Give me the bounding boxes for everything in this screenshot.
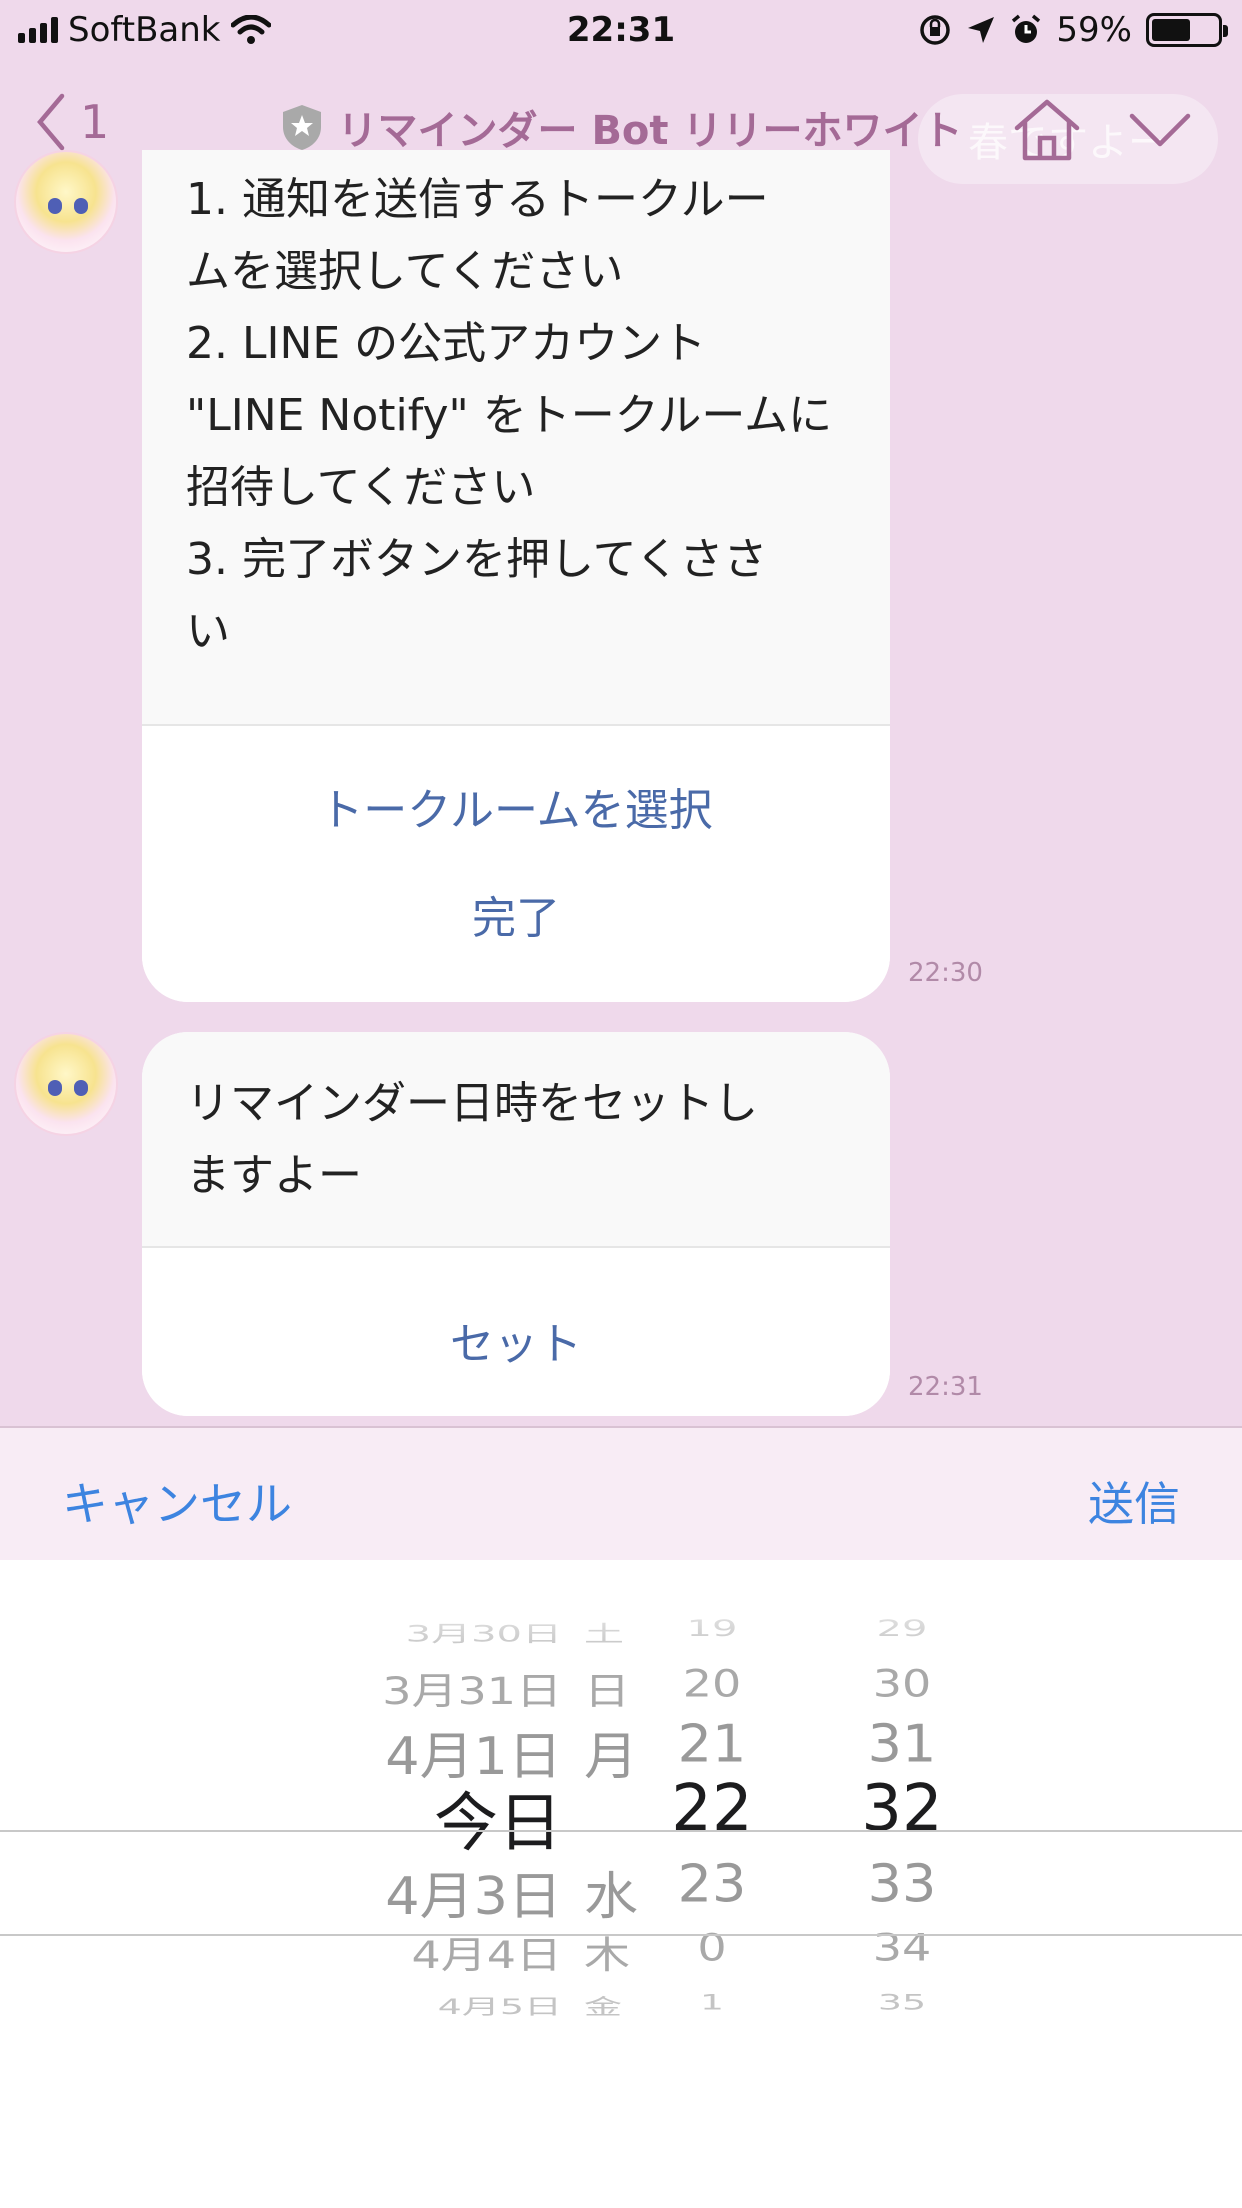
- selection-line-top: [0, 1830, 1242, 1832]
- picker-minute: 31: [867, 1714, 937, 1774]
- message-time: 22:31: [908, 1372, 983, 1402]
- selection-line-bottom: [0, 1934, 1242, 1936]
- select-talkroom-button[interactable]: トークルームを選択: [142, 774, 890, 882]
- picker-hour: 20: [682, 1661, 742, 1706]
- picker-minute: 33: [867, 1854, 937, 1914]
- picker-hour: 1: [699, 1990, 725, 2015]
- chat-title-label: リマインダー Bot リリーホワイト: [337, 108, 963, 154]
- message-line: ムを選択してください: [186, 246, 624, 297]
- rotation-lock-icon: [920, 15, 951, 45]
- message-line: リマインダー日時をセットし: [186, 1078, 758, 1129]
- shield-icon: [282, 105, 321, 150]
- picker-fade-top: [0, 1560, 1242, 1650]
- picker-hour: 21: [677, 1714, 747, 1774]
- message-line: ますよー: [186, 1150, 362, 1201]
- message-line: 招待してください: [186, 462, 536, 513]
- picker-date: 3月31日: [382, 1668, 562, 1713]
- message-text: リマインダー日時をセットし ますよー: [142, 1032, 890, 1246]
- message-actions: セット: [142, 1246, 890, 1416]
- message-bubble: リマインダー日時をセットし ますよー セット: [142, 1032, 890, 1416]
- message-bubble: 1. 通知を送信するトークルー ムを選択してください 2. LINE の公式アカ…: [142, 150, 890, 1002]
- message-time: 22:30: [908, 958, 983, 988]
- message-line: "LINE Notify" をトークルームに: [186, 390, 833, 441]
- home-icon[interactable]: [1012, 98, 1082, 162]
- chevron-down-icon[interactable]: [1128, 112, 1192, 148]
- picker-row[interactable]: 4月5日金 1 35: [0, 1990, 1242, 2034]
- picker-minute: 32: [861, 1772, 943, 1846]
- send-button[interactable]: 送信: [1088, 1468, 1180, 1534]
- picker-minute: 34: [872, 1925, 932, 1970]
- avatar[interactable]: [14, 150, 118, 254]
- done-button[interactable]: 完了: [142, 882, 890, 946]
- status-right: 59%: [918, 10, 1228, 50]
- picker-weekday: 日: [584, 1668, 630, 1713]
- picker-minute: 30: [872, 1661, 932, 1706]
- picker-hour: 0: [697, 1925, 727, 1970]
- picker-weekday: 水: [584, 1866, 638, 1927]
- picker-date: 4月3日: [385, 1866, 562, 1927]
- picker-date: 4月5日: [437, 1994, 562, 2020]
- set-button[interactable]: セット: [142, 1308, 890, 1372]
- cancel-button[interactable]: キャンセル: [62, 1468, 292, 1534]
- picker-hour: 23: [677, 1854, 747, 1914]
- picker-row[interactable]: 4月3日水 23 33: [0, 1854, 1242, 1930]
- message-line: い: [186, 606, 230, 657]
- picker-weekday: 金: [584, 1994, 623, 2020]
- picker-date: 今日: [434, 1787, 562, 1861]
- datetime-picker[interactable]: 3月30日土19293月31日日20304月1日月2131今日22324月3日水…: [0, 1560, 1242, 2208]
- message-line: 1. 通知を送信するトークルー: [186, 174, 769, 225]
- battery-percent: 59%: [1056, 10, 1132, 50]
- avatar[interactable]: [14, 1032, 118, 1136]
- message-line: 3. 完了ボタンを押してくささ: [186, 534, 768, 585]
- alarm-icon: [1012, 14, 1041, 43]
- picker-fade-bottom: [0, 2088, 1242, 2178]
- message-text: 1. 通知を送信するトークルー ムを選択してください 2. LINE の公式アカ…: [142, 150, 890, 724]
- message-line: 2. LINE の公式アカウント: [186, 318, 707, 369]
- picker-minute: 35: [877, 1990, 927, 2015]
- battery-fill: [1152, 19, 1190, 41]
- message-actions: トークルームを選択 完了: [142, 724, 890, 1002]
- location-icon: [968, 17, 995, 43]
- picker-toolbar: キャンセル 送信: [0, 1426, 1242, 1560]
- battery-icon: [1146, 13, 1228, 47]
- picker-row-selected[interactable]: 今日 22 32: [0, 1772, 1242, 1861]
- picker-hour: 22: [671, 1772, 753, 1846]
- status-bar: SoftBank 22:31 59%: [0, 0, 1242, 62]
